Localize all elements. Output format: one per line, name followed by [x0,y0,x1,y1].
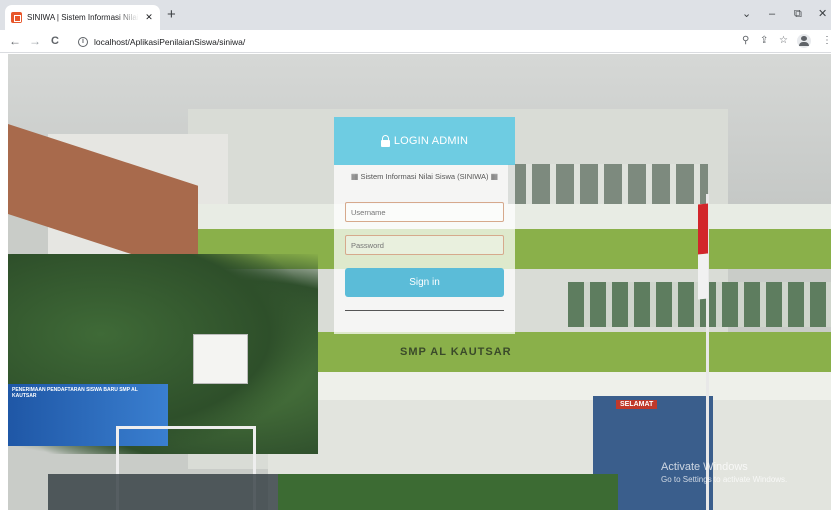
share-icon[interactable]: ⇪ [760,34,768,48]
school-sign: SMP AL KAUTSAR [400,346,512,358]
browser-toolbar: ← → C i localhost/AplikasiPenilaianSiswa… [0,30,831,53]
flag-red-stripe [698,203,708,255]
sign-in-button[interactable]: Sign in [345,268,504,297]
flag-white-stripe [698,253,708,300]
lock-icon [380,135,390,147]
hedge [278,474,618,510]
back-button[interactable]: ← [9,33,21,49]
building-band-green-lower [298,332,831,372]
username-input[interactable] [345,202,504,222]
grid-icon: ▦ [350,172,359,181]
browser-menu-icon[interactable]: ⋮ [822,34,831,48]
tab-title: SINIWA | Sistem Informasi Nilai Siswa [27,13,139,22]
parked-motorbikes [48,474,298,510]
tab-bar: SINIWA | Sistem Informasi Nilai Siswa ✕ … [0,0,831,30]
reload-button[interactable]: C [51,33,59,49]
forward-button[interactable]: → [29,33,41,49]
windows-activation-watermark: Activate Windows Go to Settings to activ… [661,461,787,484]
shop-sign: SELAMAT [616,400,658,409]
watermark-title: Activate Windows [661,461,748,473]
site-info-icon[interactable]: i [78,36,88,47]
login-header: LOGIN ADMIN [334,117,515,165]
zoom-icon[interactable]: ⚲ [742,34,749,48]
address-bar[interactable]: i localhost/AplikasiPenilaianSiswa/siniw… [78,32,698,51]
minimize-button[interactable]: – [769,6,775,22]
app-subtitle-text: Sistem Informasi Nilai Siswa (SINIWA) [360,172,489,181]
login-title: LOGIN ADMIN [393,135,469,147]
url-text: localhost/AplikasiPenilaianSiswa/siniwa/ [94,36,246,47]
site-favicon-icon [11,12,22,23]
password-input[interactable] [345,235,504,255]
building-band-white [298,372,831,400]
banner-text: PENERIMAAN PENDAFTARAN SISWA BARU SMP AL… [12,387,138,399]
tab-close-icon[interactable]: ✕ [144,12,154,23]
bookmark-star-icon[interactable]: ☆ [779,34,788,48]
divider [345,310,504,311]
close-window-button[interactable]: ✕ [818,6,827,22]
watermark-subtitle: Go to Settings to activate Windows. [661,475,788,484]
login-card: LOGIN ADMIN ▦ Sistem Informasi Nilai Sis… [334,117,515,334]
app-subtitle: ▦ Sistem Informasi Nilai Siswa (SINIWA) … [334,172,515,181]
new-tab-button[interactable]: + [167,6,176,24]
building-windows [508,164,708,204]
basketball-backboard [193,334,248,384]
browser-tab[interactable]: SINIWA | Sistem Informasi Nilai Siswa ✕ [5,5,160,30]
grid-icon: ▦ [490,172,499,181]
restore-button[interactable]: ⧉ [794,6,802,22]
profile-avatar-icon[interactable] [797,34,811,48]
tab-search-chevron-icon[interactable]: ⌄ [742,6,751,22]
page-background: SELAMAT SMP AL KAUTSAR PENERIMAAN PENDAF… [8,54,831,510]
